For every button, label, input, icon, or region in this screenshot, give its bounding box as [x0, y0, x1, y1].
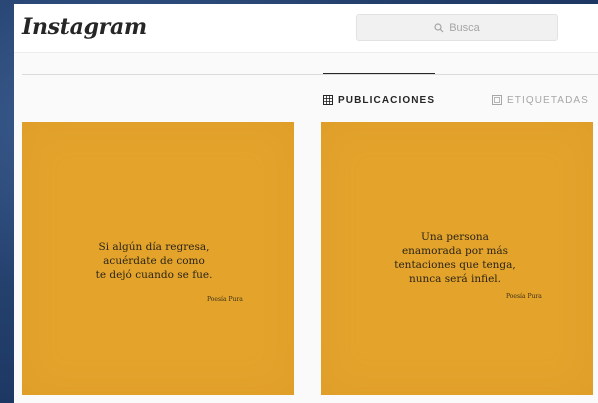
- tag-icon: [492, 95, 502, 105]
- instagram-logo[interactable]: Instagram: [22, 14, 147, 40]
- post-signature: Poesía Pura: [506, 293, 542, 300]
- quote-line: tentaciones que tenga,: [394, 259, 516, 271]
- quote-line: acuérdate de como: [103, 255, 205, 267]
- post-thumbnail[interactable]: Una persona enamorada por más tentacione…: [321, 122, 593, 395]
- quote-line: nunca será infiel.: [408, 273, 502, 285]
- grid-icon: [323, 95, 333, 105]
- quote-line: enamorada por más: [401, 245, 509, 257]
- quote-line: te dejó cuando se fue.: [95, 269, 213, 281]
- tab-label: ETIQUETADAS: [507, 94, 589, 106]
- post-quote: Si algún día regresa, acuérdate de como …: [18, 240, 290, 282]
- post-thumbnail[interactable]: Si algún día regresa, acuérdate de como …: [22, 122, 294, 395]
- quote-line: Una persona: [421, 231, 489, 243]
- tab-publicaciones[interactable]: PUBLICACIONES: [323, 73, 436, 108]
- search-placeholder: Busca: [449, 21, 480, 34]
- search-input[interactable]: Busca: [356, 14, 558, 41]
- instagram-window: Instagram Busca PUBLICACIONES ETIQUETADA…: [14, 4, 598, 403]
- search-icon: [434, 22, 444, 32]
- post-signature: Poesía Pura: [207, 296, 243, 303]
- top-navigation-bar: Instagram Busca: [14, 4, 598, 53]
- profile-divider: [22, 74, 598, 75]
- quote-line: Si algún día regresa,: [98, 241, 210, 253]
- tab-etiquetadas[interactable]: ETIQUETADAS: [492, 92, 589, 108]
- post-quote: Una persona enamorada por más tentacione…: [319, 230, 591, 286]
- tab-label: PUBLICACIONES: [338, 94, 436, 106]
